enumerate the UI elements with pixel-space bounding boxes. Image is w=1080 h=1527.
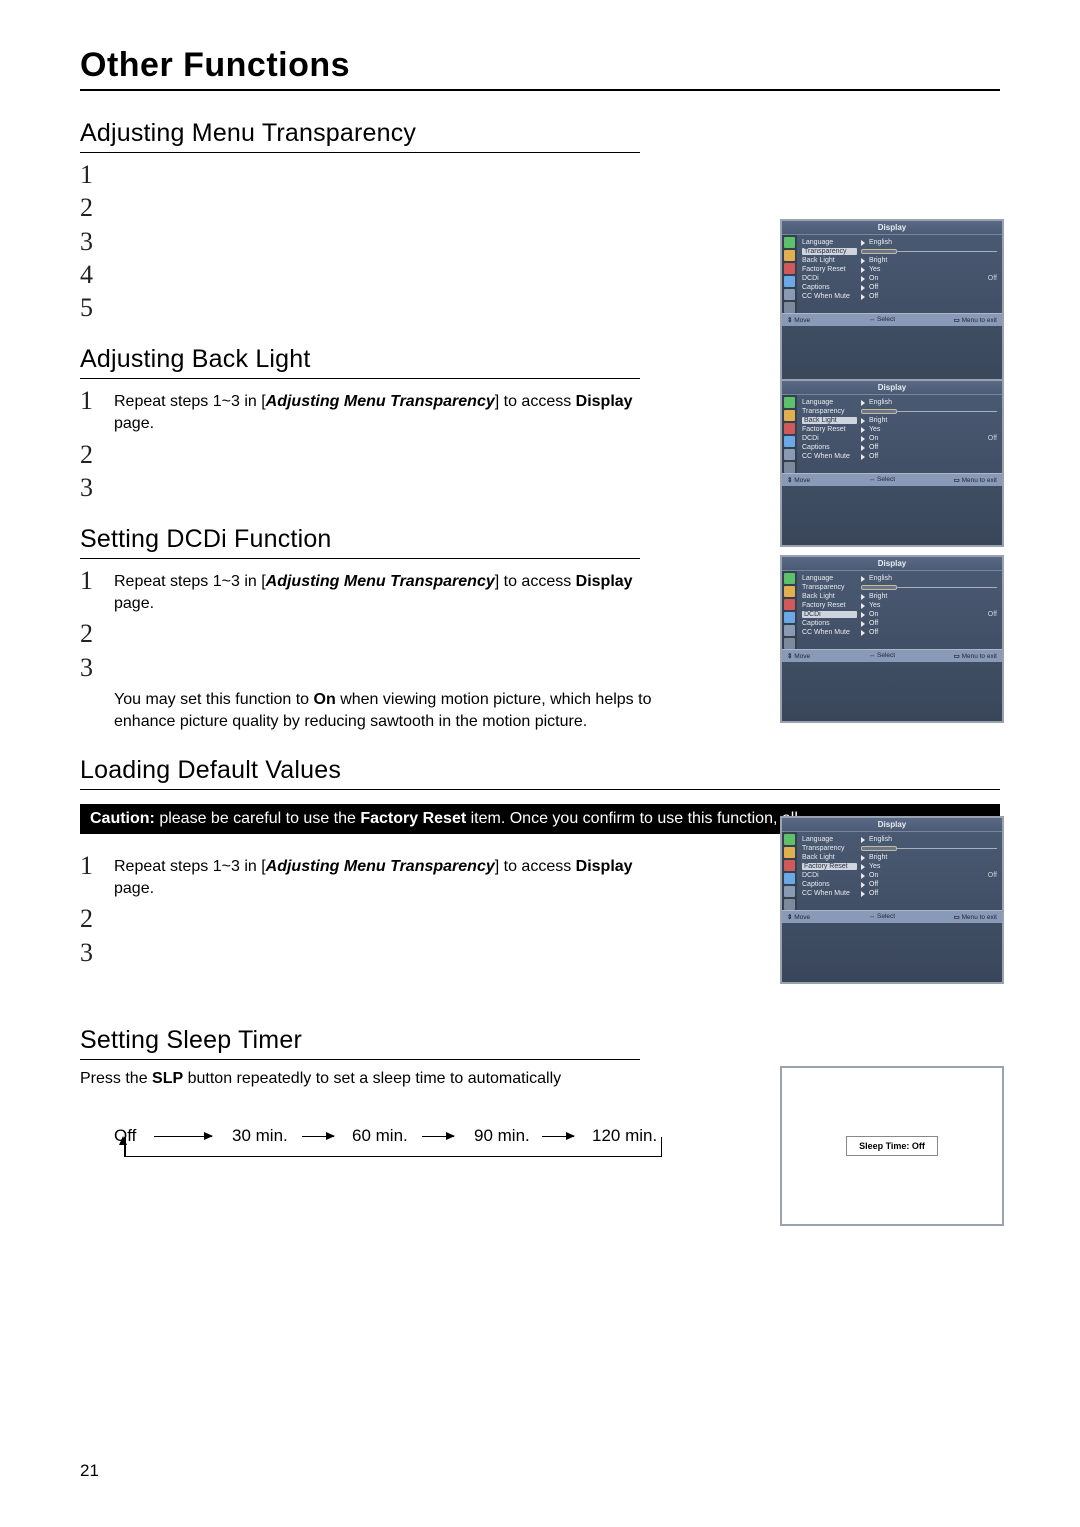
section-title: Setting Sleep Timer — [80, 1026, 1000, 1055]
sleep-time-label: Sleep Time: Off — [846, 1136, 938, 1156]
sleep-text: Press the SLP button repeatedly to set a… — [80, 1068, 680, 1090]
step-number: 5 — [80, 294, 114, 321]
osd-header: Display — [782, 221, 1002, 235]
page-number: 21 — [80, 1461, 99, 1481]
section-title: Adjusting Menu Transparency — [80, 119, 1000, 148]
arrow-right-icon — [302, 1136, 334, 1137]
sleep-timer-flow: Off 30 min. 60 min. 90 min. 120 min. — [114, 1126, 674, 1182]
sleep-time-box: Sleep Time: Off — [780, 1066, 1004, 1226]
osd-display-dcdi: Display LanguageEnglish Transparency Bac… — [780, 555, 1004, 723]
page-title: Other Functions — [80, 46, 1000, 85]
step-number: 1 — [80, 852, 114, 879]
section-dcdi: Setting DCDi Function 1 Repeat steps 1~3… — [80, 525, 1000, 732]
channel-icon — [784, 289, 795, 300]
sound-icon — [784, 250, 795, 261]
osd-header: Display — [782, 381, 1002, 395]
step-number: 2 — [80, 441, 114, 468]
slider-icon — [861, 248, 997, 255]
flow-item-60: 60 min. — [352, 1126, 408, 1146]
loop-icon — [784, 302, 795, 313]
osd-value: Bright — [869, 257, 997, 264]
step-number: 4 — [80, 261, 114, 288]
section-rule — [80, 152, 640, 153]
step-number: 2 — [80, 620, 114, 647]
step-number: 1 — [80, 387, 114, 414]
osd-label-captions: Captions — [802, 284, 857, 291]
step-text: Repeat steps 1~3 in [Adjusting Menu Tran… — [114, 387, 674, 434]
section-backlight: Adjusting Back Light 1 Repeat steps 1~3 … — [80, 345, 1000, 501]
flow-item-90: 90 min. — [474, 1126, 530, 1146]
osd-value: Off — [869, 293, 997, 300]
osd-value-right: Off — [988, 275, 997, 282]
triangle-right-icon — [861, 240, 865, 246]
step-number: 2 — [80, 905, 114, 932]
osd-label-backlight: Back Light — [802, 257, 857, 264]
arrow-right-icon — [542, 1136, 574, 1137]
note-text: You may set this function to On when vie… — [114, 689, 674, 732]
section-transparency: Adjusting Menu Transparency 1 2 3 4 5 Di… — [80, 119, 1000, 321]
arrow-right-icon — [422, 1136, 454, 1137]
osd-iconbar — [782, 235, 797, 313]
title-rule — [80, 89, 1000, 91]
section-rule — [80, 789, 1000, 790]
osd-label-ccmute: CC When Mute — [802, 293, 857, 300]
step-text: Repeat steps 1~3 in [Adjusting Menu Tran… — [114, 567, 674, 614]
step-number: 3 — [80, 474, 114, 501]
osd-footer: ⇕ Move ↔ Select ▭ Menu to exit — [782, 313, 1002, 326]
section-rule — [80, 558, 640, 559]
osd-value: Yes — [869, 266, 997, 273]
return-line-icon — [124, 1156, 662, 1158]
step-text: Repeat steps 1~3 in [Adjusting Menu Tran… — [114, 852, 674, 899]
step-number: 1 — [80, 567, 114, 594]
osd-footer-select: ↔ Select — [869, 316, 895, 324]
arrow-right-icon — [154, 1136, 212, 1137]
osd-label-dcdi: DCDi — [802, 275, 857, 282]
section-rule — [80, 1059, 640, 1060]
osd-value: On — [869, 275, 984, 282]
picture-icon — [784, 237, 795, 248]
section-loading-defaults: Loading Default Values Caution: please b… — [80, 756, 1000, 966]
osd-label-language: Language — [802, 239, 857, 246]
step-number: 1 — [80, 161, 114, 188]
section-sleep-timer: Setting Sleep Timer Press the SLP button… — [80, 1026, 1000, 1182]
arrow-up-icon — [119, 1136, 127, 1145]
step-number: 3 — [80, 228, 114, 255]
osd-footer-exit: ▭ Menu to exit — [954, 316, 997, 324]
flow-item-30: 30 min. — [232, 1126, 288, 1146]
osd-footer-move: ⇕ Move — [787, 316, 810, 324]
step-number: 3 — [80, 939, 114, 966]
step-number: 2 — [80, 194, 114, 221]
osd-display-backlight: Display LanguageEnglish Transparency Bac… — [780, 379, 1004, 547]
step-number: 3 — [80, 654, 114, 681]
section-title: Adjusting Back Light — [80, 345, 1000, 374]
section-title: Loading Default Values — [80, 756, 1000, 785]
tv-icon — [784, 263, 795, 274]
tool-icon — [784, 276, 795, 287]
osd-display-factory-reset: Display LanguageEnglish Transparency Bac… — [780, 816, 1004, 984]
flow-item-120: 120 min. — [592, 1126, 657, 1146]
section-rule — [80, 378, 640, 379]
osd-label-factory-reset: Factory Reset — [802, 266, 857, 273]
osd-value: English — [869, 239, 997, 246]
section-title: Setting DCDi Function — [80, 525, 1000, 554]
osd-value: Off — [869, 284, 997, 291]
osd-label-transparency: Transparency — [802, 248, 857, 255]
